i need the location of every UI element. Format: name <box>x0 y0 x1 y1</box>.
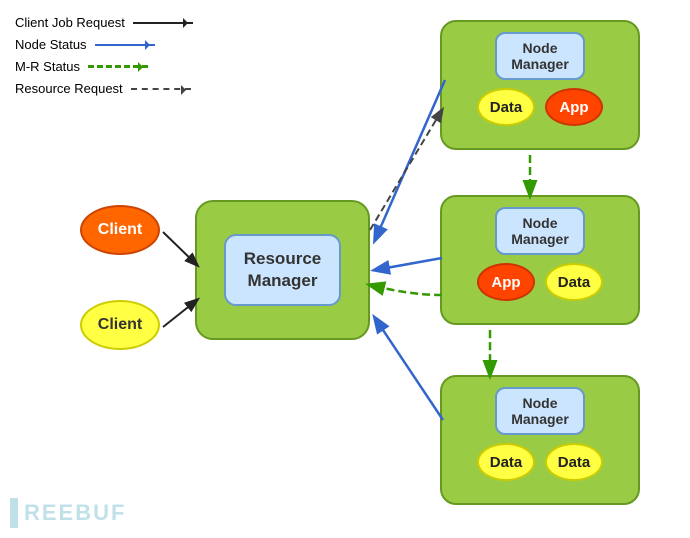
arrow-solid-icon <box>133 22 193 24</box>
watermark: REEBUF <box>10 498 126 528</box>
arrow-dashed-black-icon <box>131 88 191 90</box>
node-manager-1: NodeManager Data App <box>440 20 640 150</box>
legend-label-mr-status: M-R Status <box>15 59 80 74</box>
node-manager-1-items: Data App <box>452 88 628 126</box>
node-manager-2-label: NodeManager <box>495 207 585 255</box>
node-manager-2-items: App Data <box>452 263 628 301</box>
node-manager-3-label: NodeManager <box>495 387 585 435</box>
node-manager-3-items: Data Data <box>452 443 628 481</box>
legend: Client Job Request Node Status M-R Statu… <box>15 15 193 103</box>
legend-label-resource-request: Resource Request <box>15 81 123 96</box>
node-manager-2: NodeManager App Data <box>440 195 640 325</box>
watermark-text: REEBUF <box>24 500 126 526</box>
resource-manager-label: ResourceManager <box>244 249 321 290</box>
watermark-bar <box>10 498 18 528</box>
resource-manager-box: ResourceManager <box>224 234 341 306</box>
node-manager-3: NodeManager Data Data <box>440 375 640 505</box>
legend-item-mr-status: M-R Status <box>15 59 193 74</box>
nm1-data: Data <box>477 88 535 126</box>
legend-item-resource-request: Resource Request <box>15 81 193 96</box>
node-manager-1-label: NodeManager <box>495 32 585 80</box>
nm2-app: App <box>477 263 535 301</box>
client-yellow: Client <box>80 300 160 350</box>
resource-manager-container: ResourceManager <box>195 200 370 340</box>
nm3-data1: Data <box>477 443 535 481</box>
legend-label-node-status: Node Status <box>15 37 87 52</box>
client-orange: Client <box>80 205 160 255</box>
nm2-data: Data <box>545 263 603 301</box>
arrow-dashed-green-icon <box>88 65 148 68</box>
diagram: Client Job Request Node Status M-R Statu… <box>0 0 690 538</box>
legend-label-client-job: Client Job Request <box>15 15 125 30</box>
legend-item-node-status: Node Status <box>15 37 193 52</box>
nm3-data2: Data <box>545 443 603 481</box>
arrow-blue-icon <box>95 44 155 46</box>
nm1-app: App <box>545 88 603 126</box>
legend-item-client-job: Client Job Request <box>15 15 193 30</box>
